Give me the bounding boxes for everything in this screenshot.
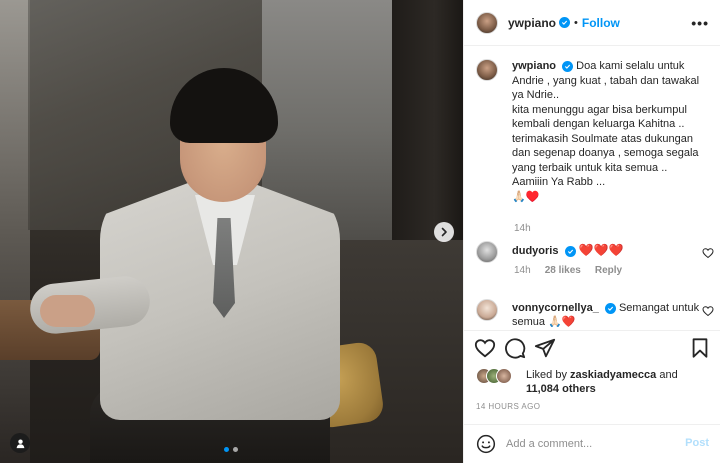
bookmark-icon[interactable] — [689, 337, 711, 359]
heart-icon[interactable] — [702, 247, 714, 259]
carousel-next-button[interactable] — [434, 222, 454, 242]
caption-text: ywpiano Doa kami selalu untuk Andrie , y… — [512, 59, 710, 204]
avatar[interactable] — [496, 368, 512, 384]
comment-username[interactable]: vonnycornellya_ — [512, 302, 599, 314]
others-likes-link[interactable]: 11,084 others — [526, 383, 596, 395]
post-sidebar: ywpiano • Follow ••• ywpiano Doa kami se… — [463, 0, 720, 463]
post-comment-button[interactable]: Post — [685, 437, 709, 449]
liked-by-user-link[interactable]: zaskiadyamecca — [570, 369, 656, 381]
caption-line: kita menunggu agar bisa berkumpul kembal… — [512, 103, 687, 131]
comment-username[interactable]: dudyoris — [512, 245, 558, 257]
comment-time[interactable]: 14h — [514, 265, 531, 276]
comment-body: ❤️❤️❤️ — [578, 243, 624, 257]
verified-badge-icon — [562, 60, 574, 72]
comment-text: vonnycornellya_ Semangat untuk semua 🙏🏻❤… — [512, 301, 702, 327]
caption-line: Aamiiin Ya Rabb ... — [512, 176, 606, 188]
reply-button[interactable]: Reply — [595, 265, 622, 276]
comment-icon[interactable] — [504, 337, 526, 359]
avatar[interactable] — [476, 11, 498, 34]
avatar[interactable] — [476, 59, 498, 81]
likes-text: Liked by zaskiadyamecca and 11,084 other… — [526, 368, 716, 396]
avatar[interactable] — [476, 299, 498, 321]
caption-line: Andrie , yang kuat , tabah dan tawakal y… — [512, 74, 700, 102]
liked-by-label: Liked by — [526, 369, 567, 381]
person-hand — [40, 295, 95, 327]
carousel-indicator — [224, 447, 238, 452]
verified-badge-icon — [559, 17, 571, 28]
post-photo[interactable] — [0, 0, 463, 463]
action-bar — [464, 330, 720, 364]
post-timestamp[interactable]: 14 HOURS AGO — [476, 402, 540, 411]
caption-line: Doa kami selalu untuk — [576, 60, 685, 72]
chevron-right-icon — [441, 227, 447, 237]
post-header: ywpiano • Follow ••• — [464, 0, 720, 46]
comment-input[interactable] — [506, 435, 676, 453]
caption-line: terimakasih Soulmate atas dukungan dan s… — [512, 132, 699, 174]
and-label: and — [659, 369, 678, 381]
caption-username[interactable]: ywpiano — [512, 60, 556, 72]
liker-avatars — [476, 368, 520, 384]
verified-badge-icon — [604, 302, 616, 314]
caption-time[interactable]: 14h — [514, 223, 531, 234]
comment-text: dudyoris ❤️❤️❤️ — [512, 243, 702, 258]
comment-meta: 14h 28 likes Reply — [514, 265, 622, 276]
smiley-icon[interactable] — [476, 434, 496, 454]
header-separator: • — [574, 16, 578, 29]
verified-badge-icon — [564, 245, 576, 257]
more-options-icon[interactable]: ••• — [691, 15, 709, 31]
add-comment-bar: Post — [464, 424, 720, 463]
likes-summary: Liked by zaskiadyamecca and 11,084 other… — [476, 366, 716, 396]
heart-icon[interactable] — [474, 337, 496, 359]
share-icon[interactable] — [534, 337, 556, 359]
follow-button[interactable]: Follow — [582, 16, 620, 30]
user-tag-button[interactable] — [10, 433, 30, 453]
user-tag-icon — [16, 438, 24, 448]
comment-likes[interactable]: 28 likes — [545, 265, 581, 276]
avatar[interactable] — [476, 241, 498, 263]
comments-list[interactable]: ywpiano Doa kami selalu untuk Andrie , y… — [464, 47, 720, 327]
caption-emoji: 🙏🏻♥️ — [512, 190, 540, 203]
post-author-username[interactable]: ywpiano — [508, 16, 556, 30]
carousel-dot-active — [224, 447, 229, 452]
background-wall — [0, 0, 30, 463]
heart-icon[interactable] — [702, 305, 714, 317]
carousel-dot — [233, 447, 238, 452]
